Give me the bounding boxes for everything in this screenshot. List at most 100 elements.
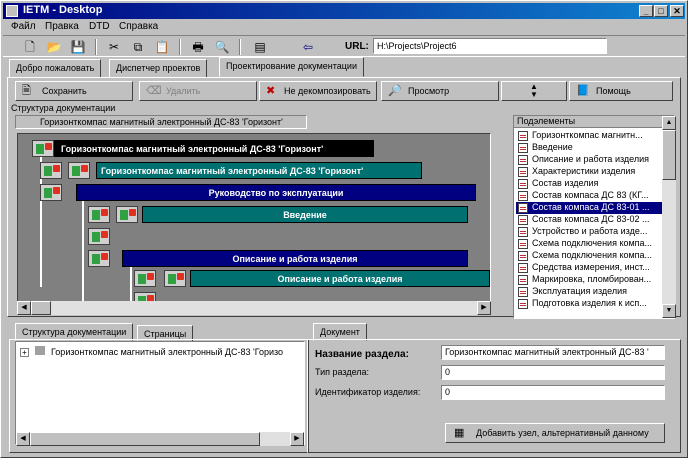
print-preview-icon[interactable]: 🔍: [213, 39, 231, 55]
move-up-down-button[interactable]: ▲ ▼: [501, 81, 567, 101]
main-window: IETM - Desktop _ □ ✕ Файл Правка DTD Спр…: [0, 0, 688, 458]
close-button[interactable]: ✕: [670, 5, 684, 17]
cut-icon[interactable]: ✂: [105, 39, 123, 55]
save-label: Сохранить: [42, 86, 87, 96]
structure-group-label: Структура документации: [11, 103, 116, 113]
scroll-down-icon[interactable]: ▼: [662, 304, 676, 318]
back-arrow-icon[interactable]: ⇦: [299, 39, 317, 55]
section-type-label: Тип раздела:: [315, 367, 370, 377]
structure-node-manual[interactable]: Руководство по эксплуатации: [76, 184, 476, 201]
help-button[interactable]: 📘 Помощь: [569, 81, 673, 101]
delete-button[interactable]: ⌫ Удалить: [139, 81, 257, 101]
section-name-input[interactable]: Горизонткомпас магнитный электронный ДС-…: [441, 345, 665, 360]
breadcrumb-text: Горизонткомпас магнитный электронный ДС-…: [40, 117, 283, 127]
list-item[interactable]: Описание и работа изделия: [516, 154, 662, 166]
add-alternative-node-label: Добавить узел, альтернативный данному: [476, 428, 649, 438]
windows-icon[interactable]: ▤: [251, 39, 269, 55]
tab-documentation-design[interactable]: Проектирование документации: [219, 57, 364, 77]
list-item[interactable]: Горизонткомпас магнитн...: [516, 130, 662, 142]
list-item[interactable]: Состав компаса ДС 83 (КГ...: [516, 190, 662, 202]
maximize-button[interactable]: □: [654, 5, 668, 17]
structure-node-compass[interactable]: Горизонткомпас магнитный электронный ДС-…: [96, 162, 422, 179]
scroll-right-icon[interactable]: ▶: [477, 301, 491, 315]
paste-icon[interactable]: 📋: [153, 39, 171, 55]
section-type-input[interactable]: 0: [441, 365, 665, 380]
list-item[interactable]: Схема подключения компа...: [516, 238, 662, 250]
help-label: Помощь: [596, 86, 631, 96]
document-icon: [518, 155, 528, 165]
edit-document-icon: [68, 162, 90, 179]
node-title: Горизонткомпас магнитный электронный ДС-…: [101, 166, 364, 176]
new-file-icon[interactable]: 🗋: [21, 39, 39, 55]
list-item[interactable]: Устройство и работа изде...: [516, 226, 662, 238]
document-icon: [40, 184, 62, 201]
list-item[interactable]: Средства измерения, инст...: [516, 262, 662, 274]
structure-canvas[interactable]: Горизонткомпас магнитный электронный ДС-…: [17, 133, 491, 313]
structure-node-description[interactable]: Описание и работа изделия: [122, 250, 468, 267]
document-icon: [518, 299, 528, 309]
print-icon[interactable]: 🖶: [189, 39, 207, 55]
tab-project-manager[interactable]: Диспетчер проектов: [109, 59, 208, 77]
list-item[interactable]: Введение: [516, 142, 662, 154]
menu-help[interactable]: Справка: [119, 21, 158, 32]
url-input[interactable]: H:\Projects\Project6: [373, 38, 607, 54]
app-icon: [6, 5, 18, 17]
subelements-header: Подэлементы: [514, 116, 662, 128]
help-book-icon: 📘: [576, 85, 590, 97]
menu-file[interactable]: Файл: [11, 21, 36, 32]
structure-breadcrumb: Горизонткомпас магнитный электронный ДС-…: [15, 115, 307, 129]
tab-welcome[interactable]: Добро пожаловать: [9, 59, 102, 77]
document-icon: [518, 143, 528, 153]
scroll-thumb[interactable]: [31, 301, 51, 315]
scroll-right-icon[interactable]: ▶: [290, 432, 304, 446]
toolbar-separator: [239, 39, 241, 55]
list-item[interactable]: Схема подключения компа...: [516, 250, 662, 262]
structure-node-description-sub[interactable]: Описание и работа изделия: [190, 270, 490, 287]
scroll-left-icon[interactable]: ◀: [16, 432, 30, 446]
preview-label: Просмотр: [408, 86, 450, 96]
expand-icon[interactable]: +: [20, 348, 29, 357]
list-item[interactable]: Характеристики изделия: [516, 166, 662, 178]
structure-node-intro[interactable]: Введение: [142, 206, 468, 223]
product-id-input[interactable]: 0: [441, 385, 665, 400]
list-item[interactable]: Состав компаса ДС 83-02 ...: [516, 214, 662, 226]
save-disk-icon[interactable]: 💾: [69, 39, 87, 55]
document-icon: [518, 287, 528, 297]
subelements-vertical-scrollbar[interactable]: ▲ ▼: [662, 116, 676, 318]
tree-item-root[interactable]: + Горизонткомпас магнитный электронный Д…: [20, 346, 283, 357]
toolbar: 🗋 📂 💾 ✂ ⧉ 📋 🖶 🔍 ▤ ⇦ URL: H:\Projects\Pro…: [3, 35, 685, 57]
scroll-thumb[interactable]: [30, 432, 260, 446]
document-icon: [518, 275, 528, 285]
list-item[interactable]: Состав изделия: [516, 178, 662, 190]
minimize-button[interactable]: _: [639, 5, 653, 17]
add-alternative-node-button[interactable]: ▦ Добавить узел, альтернативный данному: [445, 423, 665, 443]
toolbar-separator: [179, 39, 181, 55]
document-icon: [518, 239, 528, 249]
documentation-tree[interactable]: + Горизонткомпас магнитный электронный Д…: [15, 341, 305, 446]
menu-dtd[interactable]: DTD: [89, 21, 110, 32]
scroll-left-icon[interactable]: ◀: [17, 301, 31, 315]
toolbar-separator: [95, 39, 97, 55]
list-item[interactable]: Эксплуатация изделия: [516, 286, 662, 298]
window-title: IETM - Desktop: [23, 4, 103, 16]
node-title: Описание и работа изделия: [232, 254, 358, 264]
copy-icon[interactable]: ⧉: [129, 39, 147, 55]
preview-button[interactable]: 🔎 Просмотр: [381, 81, 499, 101]
scroll-up-icon[interactable]: ▲: [662, 116, 676, 130]
tree-horizontal-scrollbar[interactable]: ◀ ▶: [16, 432, 304, 446]
open-folder-icon[interactable]: 📂: [45, 39, 63, 55]
structure-node-root[interactable]: Горизонткомпас магнитный электронный ДС-…: [32, 140, 374, 157]
scroll-thumb[interactable]: [662, 130, 676, 180]
list-item[interactable]: Подготовка изделия к исп...: [516, 298, 662, 310]
document-icon: [518, 167, 528, 177]
list-item[interactable]: Маркировка, пломбирован...: [516, 274, 662, 286]
save-button[interactable]: 🗎 Сохранить: [15, 81, 133, 101]
document-icon: [518, 191, 528, 201]
canvas-horizontal-scrollbar[interactable]: ◀ ▶: [17, 301, 491, 315]
menu-edit[interactable]: Правка: [45, 21, 79, 32]
not-decompose-button[interactable]: ✖ Не декомпозировать: [259, 81, 377, 101]
document-icon: [88, 228, 110, 245]
section-name-label: Название раздела:: [315, 349, 409, 360]
node-title: Описание и работа изделия: [277, 274, 403, 284]
list-item-selected[interactable]: Состав компаса ДС 83-01 ...: [516, 202, 662, 214]
